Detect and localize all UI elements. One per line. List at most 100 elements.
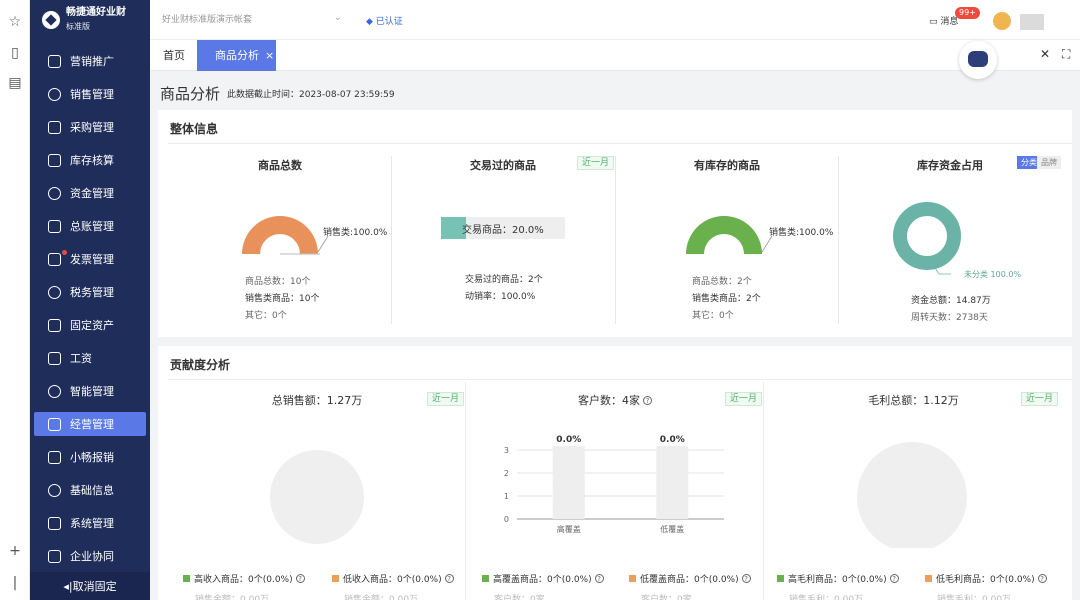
sales-pie (270, 450, 364, 544)
fullscreen-icon[interactable]: ⛶ (1062, 47, 1070, 62)
legend-label: 高毛利商品：0个(0.0%) (788, 575, 887, 585)
sidebar-item-smart[interactable]: 智能管理 (34, 379, 146, 403)
sidebar-item-label: 税务管理 (70, 286, 114, 299)
legend-low-coverage: 低覆盖商品：0个(0.0%)? (629, 572, 751, 585)
sidebar-item-collab[interactable]: 企业协同 (34, 544, 146, 568)
help-icon[interactable]: ? (295, 574, 305, 583)
stat-line: 动销率：100.0% (465, 292, 536, 302)
messages-label: 消息 (940, 17, 959, 27)
tab-bar: 首页 商品分析 × ✕ ⛶ (150, 40, 1080, 79)
help-icon[interactable]: ? (444, 574, 454, 583)
sidebar-item-tax[interactable]: 税务管理 (34, 280, 146, 304)
document-icon[interactable]: ▤ (7, 75, 23, 91)
sidebar-item-label: 库存核算 (70, 154, 114, 167)
pie-placeholder (270, 450, 364, 544)
gross-profit-pie (857, 442, 967, 548)
sidebar-item-label: 采购管理 (70, 121, 114, 134)
help-icon[interactable]: ? (741, 574, 751, 583)
stocked-goods-heading: 有库存的商品 (694, 159, 760, 172)
book-icon[interactable]: ▯ (7, 45, 23, 61)
sidebar-item-label: 总账管理 (70, 220, 114, 233)
divider (168, 379, 1072, 380)
warehouse-icon (48, 153, 61, 167)
notification-dot (62, 250, 67, 255)
sidebar-item-label: 企业协同 (70, 550, 114, 563)
account-select[interactable]: 好业财标准版演示帐套 ⌄ (162, 12, 342, 30)
user-name-redacted[interactable] (1020, 14, 1044, 30)
stat-line: 商品总数：2个 (692, 277, 752, 287)
total-goods-heading: 商品总数 (258, 159, 302, 172)
inventory-capital-donut-label: 未分类 100.0% (964, 270, 1022, 279)
close-tabs-icon[interactable]: ✕ (1040, 47, 1050, 61)
recent-month-tag[interactable]: 近一月 (426, 392, 464, 406)
sidebar-item-store[interactable]: 营销推广 (34, 49, 146, 73)
customers-section: 客户数：4家? 近一月 0 1 2 3 0.0% 高覆盖 0.0% 低覆盖 高覆盖商品：0个(… (467, 382, 764, 600)
contribution-title: 贡献度分析 (170, 358, 231, 372)
legend-high-coverage: 高覆盖商品：0个(0.0%)? (482, 572, 604, 585)
messages-button[interactable]: ▭ 消息 (929, 14, 958, 27)
stat-line: 商品总数：10个 (245, 277, 311, 287)
sidebar-item-label: 固定资产 (70, 319, 114, 332)
sidebar-item-salary[interactable]: 工资 (34, 346, 146, 370)
sidebar-item-sales[interactable]: 销售管理 (34, 82, 146, 106)
sidebar-menu: 营销推广销售管理采购管理库存核算资金管理总账管理发票管理税务管理固定资产工资智能… (30, 49, 150, 568)
total-goods-donut-label: 销售类:100.0% (323, 228, 388, 238)
sidebar-item-cart[interactable]: 采购管理 (34, 115, 146, 139)
info-icon (48, 483, 61, 497)
sidebar-item-label: 系统管理 (70, 517, 114, 530)
brand-logo[interactable]: 畅捷通好业财 标准版 (30, 0, 150, 40)
business-icon (48, 417, 61, 431)
stat-line: 销售类商品：2个 (692, 294, 761, 304)
x-tick-label: 高覆盖 (557, 524, 581, 534)
stocked-goods-gauge (686, 216, 773, 254)
divider (168, 143, 1072, 144)
sidebar-item-money[interactable]: 资金管理 (34, 181, 146, 205)
stocked-goods-donut-label: 销售类:100.0% (769, 228, 834, 238)
help-icon[interactable]: ? (889, 574, 899, 583)
help-icon[interactable]: ? (1037, 574, 1047, 583)
recent-month-tag[interactable]: 近一月 (1020, 392, 1058, 406)
gauge-arc (242, 216, 318, 254)
avatar[interactable] (993, 12, 1011, 30)
customers-bar-chart: 0 1 2 3 0.0% 高覆盖 0.0% 低覆盖 (504, 435, 724, 534)
collapse-icon[interactable]: | (7, 575, 23, 591)
stat-line: 资金总额：14.87万 (911, 296, 991, 306)
collab-icon (48, 549, 61, 563)
donut-label-line (934, 267, 951, 275)
toggle-brand[interactable]: 品牌 (1037, 156, 1061, 169)
tab-home[interactable]: 首页 (163, 40, 185, 71)
customers-heading-text: 客户数：4家 (578, 394, 640, 407)
help-icon[interactable]: ? (594, 574, 604, 583)
verified-badge: ◆ 已认证 (366, 14, 403, 27)
unpin-button[interactable]: ◂|取消固定 (30, 572, 150, 600)
plus-icon[interactable]: + (7, 543, 23, 559)
sidebar-item-info[interactable]: 基础信息 (34, 478, 146, 502)
sidebar-item-business[interactable]: 经营管理 (34, 412, 146, 436)
sidebar-item-reimburse[interactable]: 小畅报销 (34, 445, 146, 469)
help-icon[interactable]: ? (643, 396, 652, 405)
recent-month-tag[interactable]: 近一月 (576, 156, 614, 170)
y-tick-label: 1 (504, 492, 509, 501)
sidebar-item-label: 小畅报销 (70, 451, 114, 464)
verified-label: 已认证 (375, 17, 403, 27)
sidebar-item-warehouse[interactable]: 库存核算 (34, 148, 146, 172)
sidebar-item-ledger[interactable]: 总账管理 (34, 214, 146, 238)
data-label: 0.0% (660, 435, 685, 445)
sub-stat: 销售毛利：0.00万 (937, 595, 1012, 600)
stat-line: 其它：0个 (245, 311, 287, 321)
sidebar-item-system[interactable]: 系统管理 (34, 511, 146, 535)
chevron-down-icon: ⌄ (333, 12, 342, 23)
recent-month-tag[interactable]: 近一月 (724, 392, 762, 406)
star-icon[interactable]: ☆ (7, 14, 23, 30)
tab-label: 商品分析 (215, 49, 259, 62)
customers-heading: 客户数：4家? (467, 392, 763, 408)
gross-profit-section: 毛利总额：1.12万 近一月 高毛利商品：0个(0.0%)? 低毛利商品：0个(… (765, 382, 1062, 600)
smart-icon (48, 384, 61, 398)
traded-goods-bar: 交易商品：20.0% (441, 217, 565, 239)
sidebar-item-asset[interactable]: 固定资产 (34, 313, 146, 337)
sales-section: 总销售额：1.27万 近一月 高收入商品：0个(0.0%)? 低收入商品：0个(… (169, 382, 466, 600)
sidebar-item-invoice[interactable]: 发票管理 (34, 247, 146, 271)
assistant-robot-icon[interactable] (959, 41, 997, 79)
close-icon[interactable]: × (265, 49, 274, 62)
tab-goods-analysis[interactable]: 商品分析 × (197, 40, 276, 71)
